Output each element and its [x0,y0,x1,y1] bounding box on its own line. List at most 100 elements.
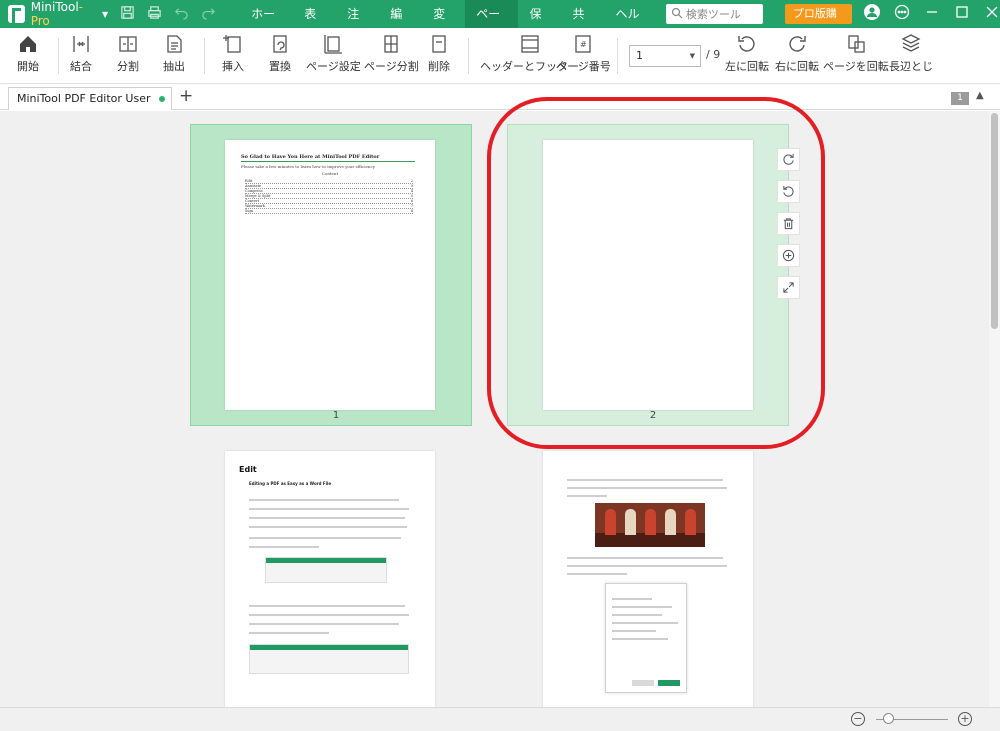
merge-icon [73,36,89,52]
text-line [567,573,627,575]
menu-annotate[interactable]: 注釈 [336,0,379,49]
text-line [249,614,409,616]
page-total: / 9 [706,48,721,61]
page-number-1: 1 [332,410,340,421]
zoom-slider-handle[interactable] [883,713,894,724]
zoom-out-icon[interactable]: − [851,712,865,726]
long-edge-label: 長辺とじ [889,60,933,73]
expand-icon [783,282,794,293]
rotate-right-icon [783,153,794,165]
page-setup-icon [324,35,343,54]
page-thumbnail-1[interactable]: So Glad to Have You Here at MiniTool PDF… [225,140,435,410]
rotate-left-label: 左に回転 [725,60,769,73]
text-line [567,495,607,497]
insert-page-button[interactable] [777,244,800,267]
page-split-icon [384,35,399,53]
menu-convert[interactable]: 変換 [422,0,465,49]
toc-entry: Compress 4 [245,189,413,194]
delete-button[interactable]: 削除 [428,33,450,74]
page-badge: 1 [951,92,969,105]
ribbon-toolbar: 開始 結合 分割 抽出 挿入 置換 ページ設定 ページ分割 削除 ヘッダーとフッ… [0,28,1000,84]
menu-protect[interactable]: 保護 [518,0,561,49]
minimize-icon[interactable] [924,4,940,24]
split-button[interactable]: 分割 [117,33,139,74]
rotate-right-page-button[interactable] [777,148,800,171]
page-number-label: ページ番号 [556,60,611,73]
merge-label: 結合 [70,60,92,73]
expand-page-button[interactable] [777,276,800,299]
extract-button[interactable]: 抽出 [163,33,185,74]
app-name[interactable]: MiniTool-Pro [31,0,97,28]
document-tab-bar: MiniTool PDF Editor User ...pdf + 1 ▲ [0,84,1000,127]
insert-label: 挿入 [222,60,244,73]
rotate-right-button[interactable]: 右に回転 [775,33,819,74]
maximize-icon[interactable] [954,4,970,24]
page-select[interactable]: 1 ▼ [629,45,701,67]
undo-icon[interactable] [174,5,189,24]
chevron-up-icon[interactable]: ▲ [976,90,984,101]
svg-text:#: # [580,40,587,49]
search-icon [671,7,686,22]
split-label: 分割 [117,60,139,73]
vertical-scrollbar[interactable] [989,111,1000,707]
thumbnail-workspace: So Glad to Have You Here at MiniTool PDF… [0,111,1000,707]
buy-pro-button[interactable]: プロ版購入 [784,4,852,40]
menu-help[interactable]: ヘルプ [604,0,657,49]
ribbon-divider [468,38,469,74]
merge-button[interactable]: 結合 [70,33,92,74]
redo-icon[interactable] [201,5,216,24]
toc-entry: Merge & Split 5 [245,194,413,199]
text-line [249,537,401,539]
search-placeholder: 検索ツール [685,8,741,21]
page-thumbnail-2[interactable] [543,140,753,410]
page-thumbnail-4[interactable] [543,451,753,707]
menu-page[interactable]: ページ [465,0,519,49]
app-logo-icon [8,5,25,23]
rotate-left-page-button[interactable] [777,180,800,203]
app-menu-chevron-down-icon[interactable]: ▼ [102,10,108,19]
close-icon[interactable] [984,4,1000,24]
document-tab[interactable]: MiniTool PDF Editor User ...pdf [8,87,172,127]
feedback-icon[interactable] [894,4,910,24]
ribbon-divider [617,38,618,74]
add-tab-button[interactable]: + [179,86,193,106]
title-rule [241,161,415,162]
zoom-in-icon[interactable]: + [958,712,972,726]
rotate-left-button[interactable]: 左に回転 [725,33,769,74]
save-icon[interactable] [120,5,135,24]
insert-button[interactable]: 挿入 [222,33,244,74]
embedded-photo-image [595,503,705,547]
ribbon-divider [58,38,59,74]
rotate-page-button[interactable]: ページを回転 [823,33,889,74]
page-3-title: Edit [239,465,257,474]
page-thumbnail-3[interactable]: Edit Editing a PDF as Easy as a Word Fil… [225,451,435,707]
menu-view[interactable]: 表示 [293,0,336,49]
scrollbar-thumb[interactable] [991,113,998,329]
menu-home[interactable]: ホーム [240,0,293,49]
toc-entry: Sign 8 [245,209,413,214]
replace-button[interactable]: 置換 [269,33,291,74]
text-line [249,508,409,510]
text-line [249,623,399,625]
delete-page-button[interactable] [777,212,800,235]
page-1-subtitle: Please take a few minutes to learn how t… [241,164,375,169]
page-number-button[interactable]: # ページ番号 [556,33,611,74]
home-label: 開始 [17,60,39,73]
page-setup-button[interactable]: ページ設定 [306,33,361,74]
account-avatar-icon[interactable] [864,4,880,24]
home-button[interactable]: 開始 [17,33,39,74]
text-line [567,487,727,489]
menu-edit[interactable]: 編集 [379,0,422,49]
rotate-right-icon [789,36,806,52]
search-input[interactable]: 検索ツール [665,4,763,24]
trash-icon [783,218,794,230]
ribbon-divider [204,38,205,74]
toc-entry: Annotate 3 [245,184,413,189]
menu-share[interactable]: 共有 [561,0,604,49]
text-line [249,546,319,548]
print-icon[interactable] [147,5,162,24]
window-controls [864,4,1000,24]
long-edge-binding-button[interactable]: 長辺とじ [889,33,933,74]
delete-page-icon [432,35,446,53]
page-split-button[interactable]: ページ分割 [364,33,419,74]
